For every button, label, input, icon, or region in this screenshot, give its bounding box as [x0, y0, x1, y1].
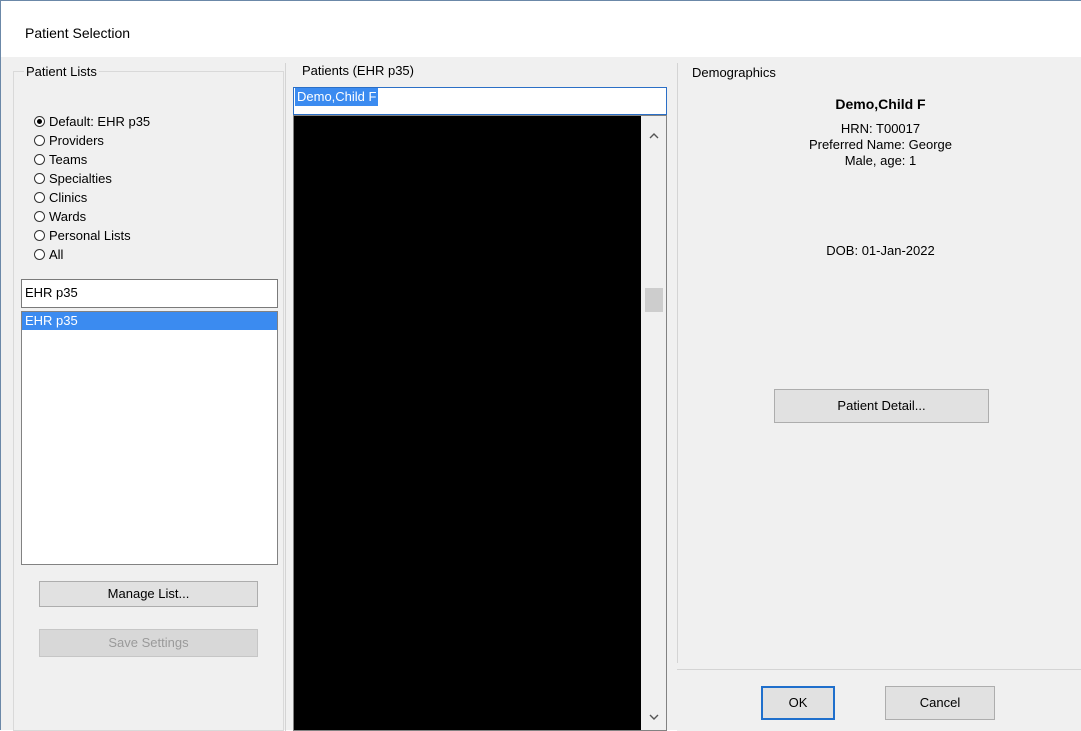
patients-pane: Patients (EHR p35) Demo,Child F	[286, 63, 671, 731]
demographics-pane: Demographics Demo,Child F HRN: T00017 Pr…	[677, 63, 1081, 663]
radio-clinics[interactable]: Clinics	[34, 188, 87, 207]
patient-lists-label: Patient Lists	[24, 64, 99, 80]
chevron-up-icon[interactable]	[641, 123, 666, 148]
radio-providers[interactable]: Providers	[34, 131, 104, 150]
patient-sex-age: Male, age: 1	[844, 153, 917, 168]
radio-label: Providers	[49, 133, 104, 148]
redacted-patient-list	[294, 116, 641, 730]
radio-label: All	[49, 247, 64, 262]
radio-label: Default: EHR p35	[49, 114, 151, 129]
patient-dob: DOB: 01-Jan-2022	[826, 243, 935, 258]
manage-list-button[interactable]: Manage List...	[39, 581, 258, 607]
patient-name: Demo,Child F	[835, 96, 926, 112]
radio-all[interactable]: All	[34, 245, 63, 264]
save-settings-button[interactable]: Save Settings	[39, 629, 258, 657]
patients-listbox[interactable]	[293, 115, 667, 731]
radio-button[interactable]	[34, 173, 45, 184]
cancel-button[interactable]: Cancel	[885, 686, 995, 720]
patient-search-value: Demo,Child F	[295, 88, 379, 106]
radio-button[interactable]	[34, 249, 45, 260]
patient-search-input[interactable]: Demo,Child F	[293, 87, 667, 115]
dialog-action-bar: OK Cancel	[677, 669, 1081, 731]
dialog-title: Patient Selection	[25, 25, 131, 41]
radio-wards[interactable]: Wards	[34, 207, 86, 226]
radio-button[interactable]	[34, 116, 45, 127]
radio-label: Personal Lists	[49, 228, 131, 243]
patient-preferred-name: Preferred Name: George	[808, 137, 953, 152]
list-search-input[interactable]: EHR p35	[21, 279, 278, 308]
patients-label: Patients (EHR p35)	[302, 63, 414, 78]
radio-button[interactable]	[34, 211, 45, 222]
radio-button[interactable]	[34, 135, 45, 146]
patient-detail-button[interactable]: Patient Detail...	[774, 389, 989, 423]
patient-selection-dialog: Patient Selection Patient Lists Default:…	[0, 0, 1081, 731]
radio-label: Wards	[49, 209, 87, 224]
radio-default[interactable]: Default: EHR p35	[34, 112, 150, 131]
radio-label: Specialties	[49, 171, 112, 186]
patient-hrn: HRN: T00017	[840, 121, 921, 136]
radio-teams[interactable]: Teams	[34, 150, 87, 169]
patient-lists-listbox[interactable]: EHR p35	[21, 311, 278, 565]
radio-personal-lists[interactable]: Personal Lists	[34, 226, 131, 245]
radio-button[interactable]	[34, 154, 45, 165]
radio-label: Teams	[49, 152, 88, 167]
chevron-down-icon[interactable]	[641, 704, 666, 729]
radio-button[interactable]	[34, 230, 45, 241]
patient-lists-pane: Patient Lists Default: EHR p35 Providers…	[13, 63, 286, 731]
ok-button[interactable]: OK	[761, 686, 835, 720]
list-item[interactable]: EHR p35	[22, 312, 277, 330]
demographics-label: Demographics	[692, 65, 776, 80]
radio-label: Clinics	[49, 190, 88, 205]
radio-button[interactable]	[34, 192, 45, 203]
patients-scrollbar[interactable]	[641, 116, 666, 730]
radio-specialties[interactable]: Specialties	[34, 169, 112, 188]
title-bar: Patient Selection	[1, 1, 1081, 57]
scroll-thumb[interactable]	[645, 288, 663, 312]
